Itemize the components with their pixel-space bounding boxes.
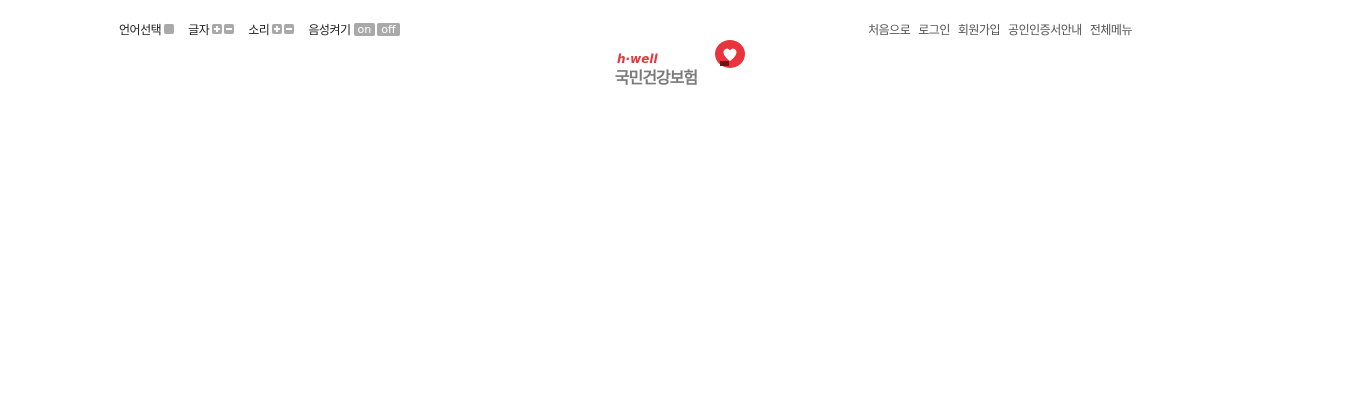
site-logo[interactable]: h·well 국민건강보험 bbox=[613, 38, 749, 88]
all-menu-link[interactable]: 전체메뉴 bbox=[1090, 21, 1133, 38]
voice-label: 음성켜기 bbox=[308, 22, 351, 37]
accessibility-toolbar: 언어선택 글자 소리 음성켜기 on off bbox=[119, 20, 414, 38]
page: 언어선택 글자 소리 음성켜기 on off h·well 국민건강보험 처음으… bbox=[0, 0, 1360, 405]
language-select-button[interactable] bbox=[164, 24, 175, 34]
voice-off-button[interactable]: off bbox=[377, 22, 400, 36]
font-size-label: 글자 bbox=[188, 22, 210, 37]
sound-minus-icon[interactable] bbox=[284, 24, 295, 34]
login-link[interactable]: 로그인 bbox=[918, 21, 950, 38]
voice-on-button[interactable]: on bbox=[353, 22, 376, 36]
heart-speech-bubble-icon bbox=[715, 40, 745, 68]
global-links: 처음으로 로그인 회원가입 공인인증서안내 전체메뉴 bbox=[860, 20, 1132, 38]
home-link[interactable]: 처음으로 bbox=[868, 21, 911, 38]
font-size-plus-icon[interactable] bbox=[212, 24, 223, 34]
font-size-group: 글자 bbox=[188, 21, 236, 38]
logo-title: 국민건강보험 bbox=[615, 68, 698, 87]
voice-group: 음성켜기 on off bbox=[308, 21, 401, 38]
certificate-info-link[interactable]: 공인인증서안내 bbox=[1008, 21, 1082, 38]
language-group: 언어선택 bbox=[119, 21, 176, 38]
sound-group: 소리 bbox=[248, 21, 296, 38]
signup-link[interactable]: 회원가입 bbox=[958, 21, 1001, 38]
font-size-minus-icon[interactable] bbox=[224, 24, 235, 34]
language-label: 언어선택 bbox=[119, 22, 162, 37]
sound-label: 소리 bbox=[248, 22, 270, 37]
sound-plus-icon[interactable] bbox=[272, 24, 283, 34]
